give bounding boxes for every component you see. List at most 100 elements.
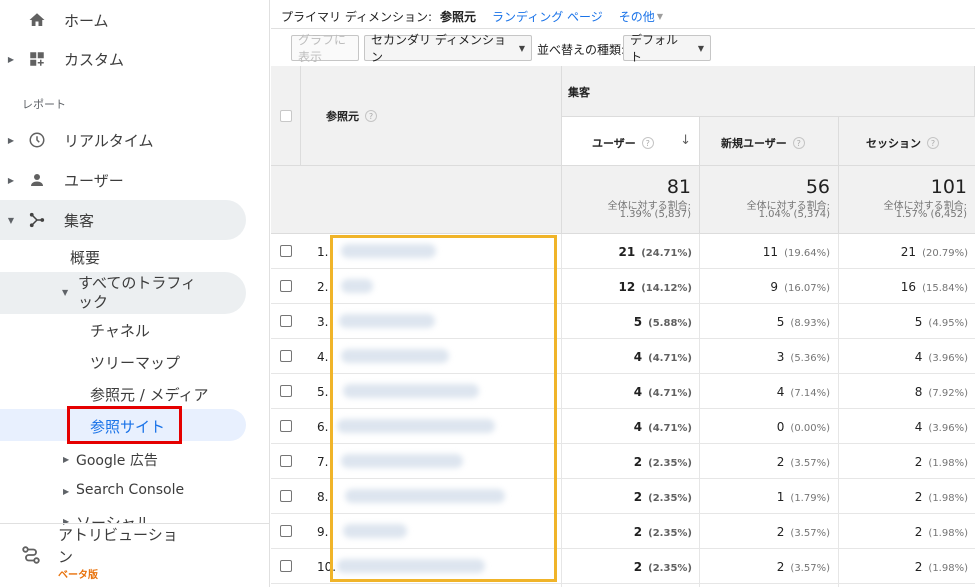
new-users-cell: 1 (1.79%) [776,490,830,504]
row-number: 4. [317,350,329,364]
users-cell: 2 (2.35%) [633,490,692,504]
sort-type-dropdown[interactable]: デフォルト ▼ [623,33,711,64]
row-checkbox[interactable] [280,385,292,397]
nav-attribution[interactable]: アトリビューション [58,524,188,568]
header-group-cell: 集客 [562,66,975,117]
nav-realtime[interactable]: ▶ リアルタイム [0,120,246,160]
totals-users-cell: 81 全体に対する割合: 1.39% (5,837) [562,166,700,234]
column-divider [699,234,700,587]
section-label: レポート [22,98,66,111]
header-users-cell[interactable]: ユーザー ? ↓ [562,117,700,166]
nav-overview[interactable]: 概要 [70,247,100,268]
row-checkbox[interactable] [280,490,292,502]
users-cell: 21 (24.71%) [618,245,693,259]
row-checkbox[interactable] [280,455,292,467]
chevron-right-icon: ▶ [63,487,70,496]
selection-highlight-box [67,406,182,444]
nav-search-console[interactable]: Search Console [76,482,184,498]
users-cell: 4 (4.71%) [633,350,692,364]
secondary-dimension-dropdown[interactable]: セカンダリ ディメンション ▼ [364,33,532,64]
totals-sessions-value: 101 [930,176,967,198]
totals-new-users-value: 56 [805,176,830,198]
header-select-cell [271,66,301,166]
row-checkbox[interactable] [280,315,292,327]
select-all-checkbox[interactable] [280,110,292,122]
clock-icon [26,129,48,151]
landing-page-link[interactable]: ランディング ページ [492,8,603,25]
help-icon[interactable]: ? [927,137,939,149]
sessions-cell: 4 (3.96%) [914,350,968,364]
help-icon[interactable]: ? [641,137,654,149]
nav-users[interactable]: ▶ ユーザー [0,160,246,200]
nav-treemap[interactable]: ツリーマップ [90,352,180,373]
row-checkbox[interactable] [280,245,292,257]
new-users-cell: 5 (8.93%) [776,315,830,329]
users-cell: 4 (4.71%) [633,385,692,399]
table-toolbar: グラフに表示 セカンダリ ディメンション ▼ 並べ替えの種類: デフォルト ▼ [271,28,975,66]
totals-users-value: 81 [666,176,691,198]
totals-sessions-cell: 101 全体に対する割合: 1.57% (6,452) [839,166,975,234]
nav-social[interactable]: ソーシャル [76,512,151,523]
sort-type-label: 並べ替えの種類: [537,43,626,57]
users-cell: 5 (5.88%) [633,315,692,329]
new-users-cell: 3 (5.36%) [776,350,830,364]
nav-channels[interactable]: チャネル [90,320,150,341]
other-dimension-link[interactable]: その他 [619,8,655,25]
help-icon[interactable]: ? [365,110,377,122]
acquisition-group-header: 集客 [568,86,590,99]
sessions-cell: 2 (1.98%) [914,490,968,504]
new-users-cell: 2 (3.57%) [776,525,830,539]
chevron-down-icon: ▼ [518,43,525,53]
row-checkbox[interactable] [280,350,292,362]
users-cell: 2 (2.35%) [633,455,692,469]
sessions-cell: 5 (4.95%) [914,315,968,329]
row-number: 3. [317,315,329,329]
sessions-cell: 4 (3.96%) [914,420,968,434]
row-number: 2. [317,280,329,294]
totals-new-users-share: 1.04% (5,374) [758,209,830,220]
new-users-column-header: 新規ユーザー [721,137,787,150]
nav-all-traffic[interactable]: ▼ すべてのトラフィック [0,272,246,314]
users-cell: 12 (14.12%) [618,280,693,294]
row-checkbox[interactable] [280,560,292,572]
header-sessions-cell[interactable]: セッション ? [839,117,975,166]
dimension-header[interactable]: 参照元 [326,108,359,124]
chevron-down-icon: ▼ [656,12,663,21]
new-users-cell: 11 (19.64%) [762,245,830,259]
sessions-column-header: セッション [866,137,921,150]
person-icon [26,169,48,191]
chevron-down-icon: ▼ [62,288,69,297]
sessions-cell: 2 (1.98%) [914,560,968,574]
sidebar: ホーム ▶ カスタム レポート ▶ リアルタイム ▶ ユーザー ▼ 集客 概要 … [0,0,270,587]
users-column-header: ユーザー [592,137,636,150]
new-users-cell: 9 (16.07%) [770,280,830,294]
nav-google-ads[interactable]: Google 広告 [76,450,158,470]
home-icon [26,9,48,31]
users-cell: 4 (4.71%) [633,420,692,434]
chevron-right-icon: ▶ [7,135,15,145]
chevron-down-icon: ▼ [7,215,15,225]
column-divider [561,234,562,587]
totals-users-share: 1.39% (5,837) [619,209,691,220]
sort-desc-arrow-icon: ↓ [680,133,691,148]
nav-acquisition[interactable]: ▼ 集客 [0,200,246,240]
header-dimension-cell: 参照元 ? [301,66,562,166]
header-new-users-cell[interactable]: 新規ユーザー ? [700,117,839,166]
plot-rows-button[interactable]: グラフに表示 [291,33,359,64]
primary-dimension-current: 参照元 [440,10,477,24]
nav-home[interactable]: ホーム [0,0,246,40]
row-checkbox[interactable] [280,420,292,432]
sessions-cell: 2 (1.98%) [914,455,968,469]
row-number: 9. [317,525,329,539]
chevron-right-icon: ▶ [7,175,15,185]
help-icon[interactable]: ? [792,137,805,149]
nav-custom[interactable]: ▶ カスタム [0,39,246,79]
totals-sessions-share: 1.57% (6,452) [895,209,967,220]
totals-new-users-cell: 56 全体に対する割合: 1.04% (5,374) [700,166,839,234]
sessions-cell: 16 (15.84%) [900,280,968,294]
row-checkbox[interactable] [280,280,292,292]
row-checkbox[interactable] [280,525,292,537]
chevron-down-icon: ▼ [697,43,704,53]
data-table: 参照元 ? 集客 ユーザー ? ↓ 新規ユーザー ? セッション ? 81 全体… [271,66,975,587]
nav-source-medium[interactable]: 参照元 / メディア [90,384,209,405]
